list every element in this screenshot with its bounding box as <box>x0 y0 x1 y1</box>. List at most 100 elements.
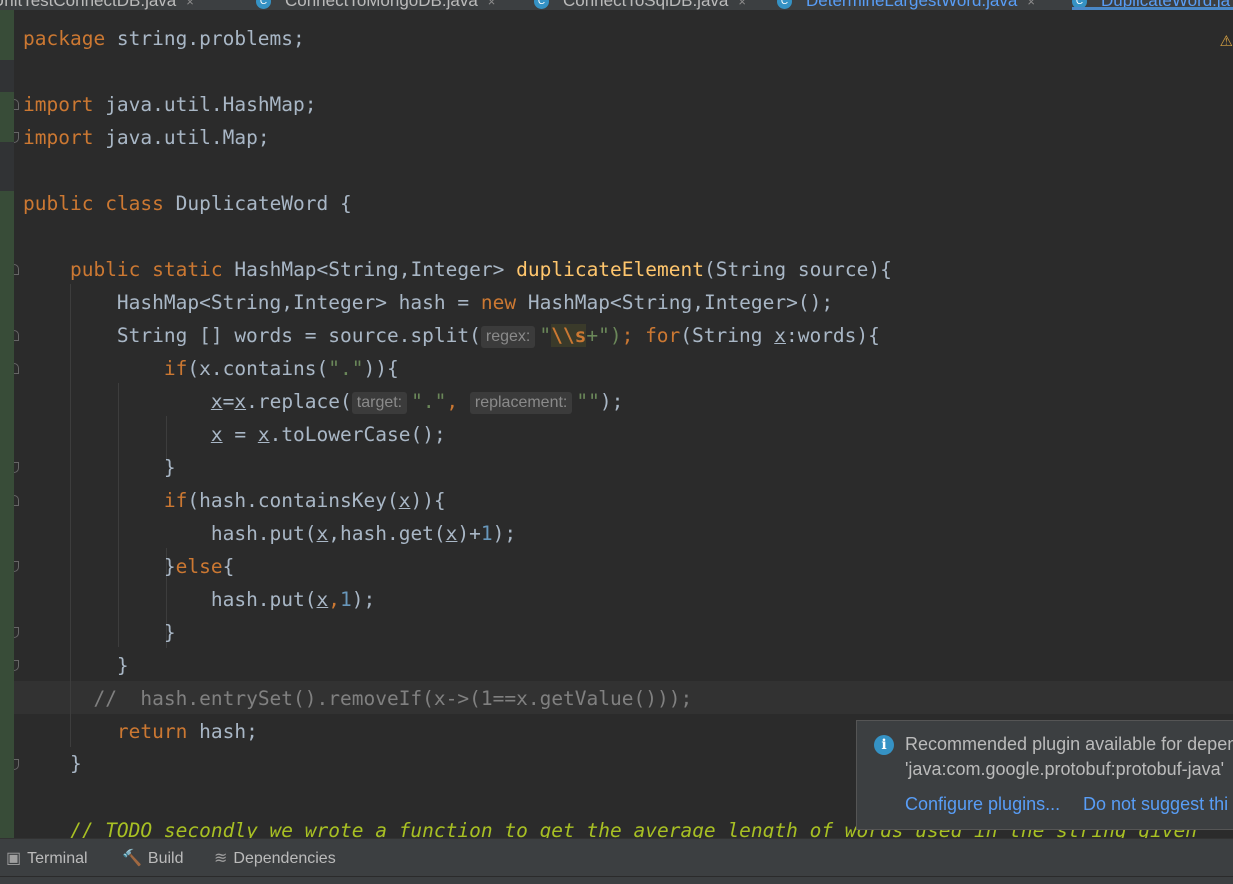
code-editor[interactable]: package string.problems; import java.uti… <box>14 10 1233 838</box>
line-comment: // hash.entrySet().removeIf(x->(1==x.get… <box>93 687 692 710</box>
fold-marker-icon[interactable] <box>14 132 19 143</box>
punctuation: ; <box>622 324 634 347</box>
code-text: )){ <box>364 357 399 380</box>
fold-marker-icon[interactable] <box>14 660 19 671</box>
code-line[interactable]: hash.put(x,1); <box>23 583 375 616</box>
fold-marker-icon[interactable] <box>14 561 19 572</box>
terminal-icon: ▣ <box>6 848 21 868</box>
keyword: return <box>117 720 187 743</box>
code-text: (hash.containsKey( <box>187 489 398 512</box>
fold-marker-icon[interactable] <box>14 330 19 341</box>
java-class-icon: C <box>534 0 549 9</box>
code-line[interactable]: String [] words = source.split(regex:"\\… <box>23 319 880 352</box>
code-text: = <box>223 390 235 413</box>
code-line[interactable]: hash.put(x,hash.get(x)+1); <box>23 517 516 550</box>
tool-window-bar: ▣ Terminal 🔨Build ≋Dependencies <box>0 838 1233 877</box>
code-line[interactable]: // hash.entrySet().removeIf(x->(1==x.get… <box>23 682 692 715</box>
close-icon[interactable]: × <box>738 0 746 9</box>
fold-marker-icon[interactable] <box>14 462 19 473</box>
code-text: hash.put( <box>211 588 317 611</box>
code-text: { <box>223 555 235 578</box>
editor-gutter[interactable] <box>0 10 14 838</box>
code-text: .toLowerCase(); <box>270 423 446 446</box>
editor-tab-bar: UnitTestConnectDB.java × CConnectToMongoD… <box>0 0 1233 10</box>
do-not-suggest-link[interactable]: Do not suggest thi <box>1083 794 1228 815</box>
code-text: ); <box>600 390 623 413</box>
tab-determine-largest-word[interactable]: CDetermineLargestWord.java× <box>777 0 1035 10</box>
punctuation: , <box>446 390 458 413</box>
code-line[interactable]: public class DuplicateWord { <box>23 187 352 220</box>
code-text: hash; <box>187 720 257 743</box>
code-text: = <box>223 423 258 446</box>
keyword: package <box>23 27 105 50</box>
code-line[interactable]: import java.util.HashMap; <box>23 88 317 121</box>
fold-marker-icon[interactable] <box>14 99 19 110</box>
keyword: import <box>23 126 93 149</box>
build-tool-button[interactable]: 🔨Build <box>122 848 184 868</box>
code-line[interactable]: return hash; <box>23 715 258 748</box>
tab-connect-to-mongodb[interactable]: CConnectToMongoDB.java× <box>256 0 495 10</box>
vcs-change-marker[interactable] <box>0 191 14 838</box>
vcs-change-marker[interactable] <box>0 92 14 142</box>
close-icon[interactable]: × <box>186 0 194 9</box>
code-line[interactable]: if(x.contains(".")){ <box>23 352 399 385</box>
code-text: (String <box>680 324 774 347</box>
code-line[interactable]: } <box>23 649 129 682</box>
code-line[interactable]: x=x.replace(target:".", replacement:""); <box>23 385 623 418</box>
java-class-icon: C <box>1072 0 1087 9</box>
terminal-tool-button[interactable]: ▣ Terminal <box>6 848 88 868</box>
code-line[interactable]: package string.problems; <box>23 22 305 55</box>
code-text: ); <box>352 588 375 611</box>
keyword: public <box>23 192 93 215</box>
code-line[interactable]: } <box>23 616 176 649</box>
number-literal: 1 <box>481 522 493 545</box>
keyword: for <box>645 324 680 347</box>
code-line[interactable]: public static HashMap<String,Integer> du… <box>23 253 892 286</box>
tab-label: DuplicateWord.ja <box>1101 0 1230 10</box>
tab-unit-test-connect-db[interactable]: UnitTestConnectDB.java × <box>0 0 194 10</box>
fold-marker-icon[interactable] <box>14 264 19 275</box>
code-text: )){ <box>410 489 445 512</box>
code-text: .replace( <box>246 390 352 413</box>
string-literal: " <box>539 324 551 347</box>
number-literal: 1 <box>340 588 352 611</box>
notification-message: Recommended plugin available for depen <box>905 734 1233 755</box>
code-text: hash.put( <box>211 522 317 545</box>
close-icon[interactable]: × <box>1027 0 1035 9</box>
parameter-hint: target: <box>352 392 407 414</box>
escape-sequence: \\s <box>551 324 586 347</box>
tool-label: Terminal <box>27 850 87 867</box>
notification-detail: 'java:com.google.protobuf:protobuf-java' <box>905 759 1224 780</box>
keyword: if <box>164 357 187 380</box>
fold-marker-icon[interactable] <box>14 759 19 770</box>
warning-icon[interactable]: ⚠ <box>1220 32 1233 50</box>
tab-connect-to-sqldb[interactable]: CConnectToSqlDB.java× <box>534 0 746 10</box>
fold-marker-icon[interactable] <box>14 495 19 506</box>
layers-icon: ≋ <box>214 848 227 868</box>
tool-label: Build <box>148 850 184 867</box>
close-icon[interactable]: × <box>488 0 496 9</box>
tab-duplicate-word[interactable]: C DuplicateWord.ja <box>1072 0 1233 10</box>
code-line[interactable]: x = x.toLowerCase(); <box>23 418 446 451</box>
variable: x <box>446 522 458 545</box>
keyword: static <box>152 258 222 281</box>
fold-marker-icon[interactable] <box>14 363 19 374</box>
keyword: if <box>164 489 187 512</box>
configure-plugins-link[interactable]: Configure plugins... <box>905 794 1060 815</box>
dependencies-tool-button[interactable]: ≋Dependencies <box>214 848 336 868</box>
code-line[interactable]: import java.util.Map; <box>23 121 270 154</box>
vcs-change-marker[interactable] <box>0 10 14 60</box>
string-literal: ") <box>598 324 621 347</box>
code-line[interactable]: } <box>23 451 176 484</box>
parameter-hint: replacement: <box>470 392 573 414</box>
code-line[interactable]: if(hash.containsKey(x)){ <box>23 484 446 517</box>
string-literal: "" <box>576 390 599 413</box>
code-text: } <box>70 752 82 775</box>
code-line[interactable]: }else{ <box>23 550 234 583</box>
variable: x <box>211 423 223 446</box>
fold-marker-icon[interactable] <box>14 627 19 638</box>
code-line[interactable]: } <box>23 747 82 780</box>
string-literal: "." <box>411 390 446 413</box>
code-line[interactable]: HashMap<String,Integer> hash = new HashM… <box>23 286 833 319</box>
tab-label: UnitTestConnectDB.java <box>0 0 176 10</box>
